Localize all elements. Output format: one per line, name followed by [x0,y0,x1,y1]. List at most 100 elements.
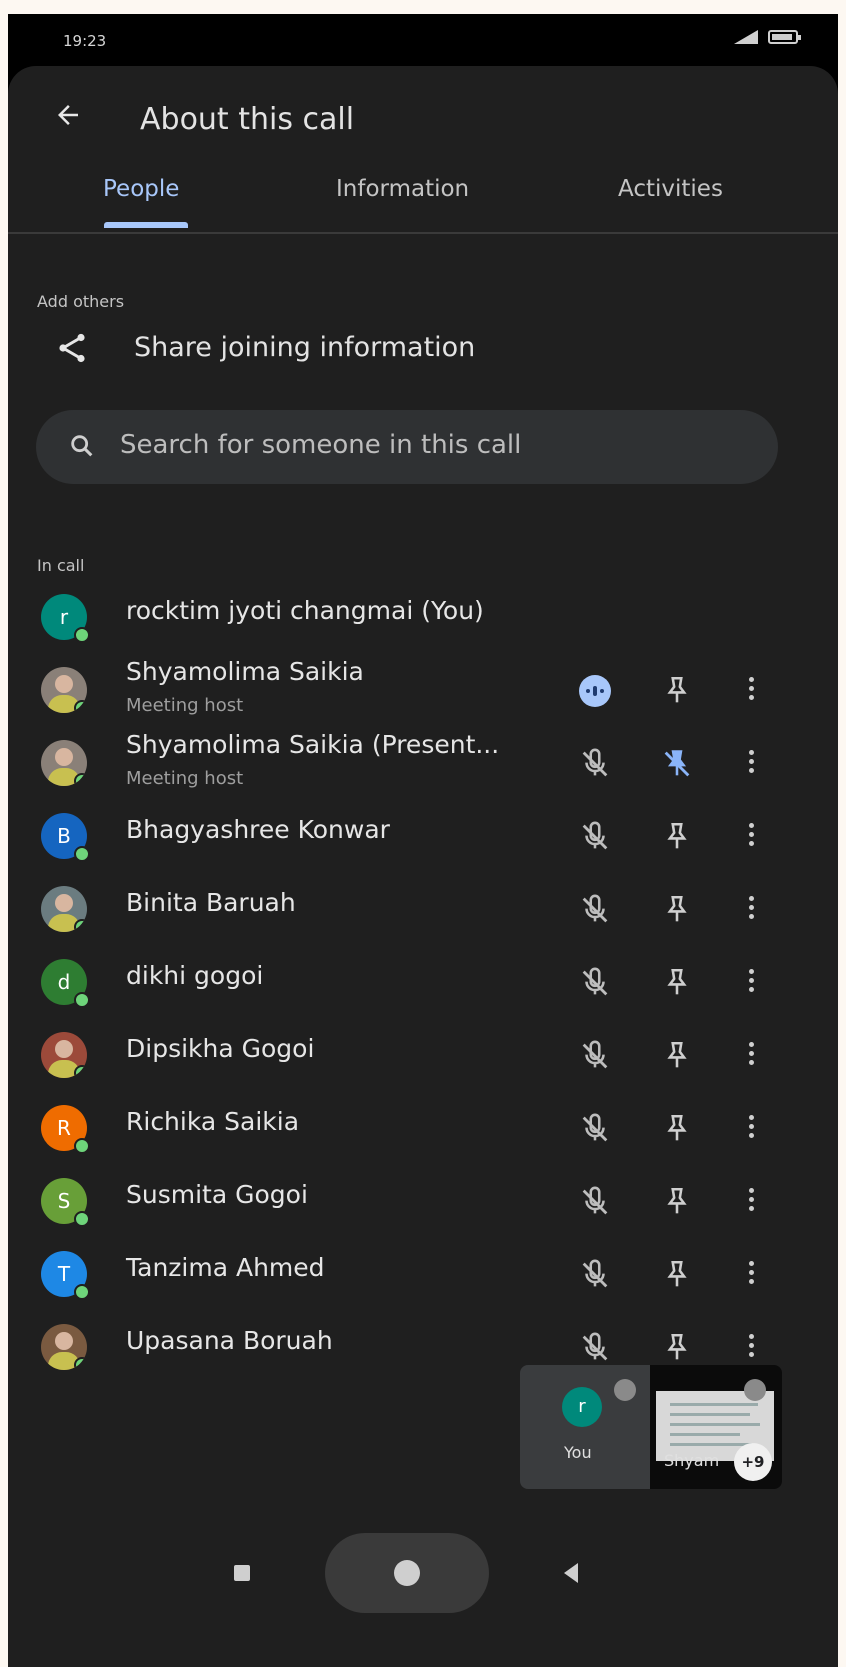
more-options-icon[interactable] [746,1184,756,1218]
in-call-label: In call [37,556,85,575]
status-time: 19:23 [63,32,107,50]
more-options-icon[interactable] [746,746,756,780]
participant-avatar: S [41,1178,90,1227]
status-bar: 19:23 [8,14,838,66]
avatar-initial: R [57,1116,71,1140]
participant-row[interactable]: Shyamolima Saikia Meeting host [8,655,838,727]
back-nav-button[interactable] [564,1563,578,1583]
online-status-dot [74,1284,90,1300]
tab-activities[interactable]: Activities [618,176,723,202]
mic-muted-icon[interactable] [578,1185,612,1219]
self-tile[interactable]: r You [520,1365,650,1489]
participant-name: dikhi gogoi [126,961,264,990]
participant-avatar [41,667,87,713]
mic-muted-icon[interactable] [578,747,612,781]
self-avatar: r [562,1387,602,1427]
online-status-dot [74,992,90,1008]
online-status-dot [74,846,90,862]
battery-icon [768,30,801,44]
participant-avatar [41,1032,87,1078]
more-options-icon[interactable] [746,892,756,926]
pin-icon[interactable] [660,893,694,927]
pin-icon[interactable] [660,674,694,708]
system-nav-bar [8,1509,838,1613]
more-options-icon[interactable] [746,965,756,999]
home-icon [394,1560,420,1586]
participant-name: Shyamolima Saikia [126,657,364,686]
participant-row[interactable]: r rocktim jyoti changmai (You) [8,582,838,654]
online-status-dot [74,1211,90,1227]
avatar-initial: d [57,970,71,994]
participant-name: Shyamolima Saikia (Present... [126,730,500,759]
pin-icon[interactable] [660,1185,694,1219]
participant-avatar: d [41,959,90,1008]
more-options-icon[interactable] [746,1330,756,1364]
mic-muted-icon[interactable] [578,820,612,854]
participant-role: Meeting host [126,768,244,789]
online-status-dot [74,1065,87,1078]
mic-muted-icon[interactable] [578,1258,612,1292]
participant-row[interactable]: d dikhi gogoi [8,947,838,1019]
participant-row[interactable]: R Richika Saikia [8,1093,838,1165]
tab-indicator [104,222,188,228]
pin-icon[interactable] [660,966,694,1000]
search-participants-input[interactable]: Search for someone in this call [36,410,778,484]
participant-name: rocktim jyoti changmai (You) [126,596,484,625]
self-tile-label: You [564,1443,592,1462]
home-nav-button[interactable] [325,1533,489,1613]
participant-row[interactable]: T Tanzima Ahmed [8,1239,838,1311]
pin-icon[interactable] [660,1331,694,1365]
more-options-icon[interactable] [746,1111,756,1145]
participant-role: Meeting host [126,695,244,716]
tab-information[interactable]: Information [336,176,469,202]
avatar-initial: S [57,1189,71,1213]
more-options-icon[interactable] [746,673,756,707]
unpin-icon[interactable] [660,747,694,781]
online-status-dot [74,773,87,786]
mic-off-icon [744,1379,766,1401]
picture-in-picture-tiles[interactable]: r You Shyam +9 [520,1365,782,1489]
mic-muted-icon[interactable] [578,1331,612,1365]
recents-nav-button[interactable] [234,1565,250,1581]
participant-avatar [41,740,87,786]
more-options-icon[interactable] [746,1038,756,1072]
online-status-dot [74,700,87,713]
speaking-indicator-icon[interactable] [578,674,612,708]
share-icon [54,330,94,370]
presenter-tile[interactable]: Shyam +9 [650,1365,782,1489]
top-app-bar: About this call [8,66,838,176]
signal-icon [734,30,758,44]
mic-off-icon [614,1379,636,1401]
participant-row[interactable]: Shyamolima Saikia (Present... Meeting hos… [8,728,838,800]
more-options-icon[interactable] [746,1257,756,1291]
participant-avatar: B [41,813,90,862]
share-joining-info-label: Share joining information [134,332,476,363]
phone-screen: 19:23 About this call People Information… [8,14,838,1667]
mic-muted-icon[interactable] [578,966,612,1000]
participant-row[interactable]: Dipsikha Gogoi [8,1020,838,1092]
search-placeholder: Search for someone in this call [120,430,522,460]
avatar-initial: r [59,605,69,629]
share-joining-info-button[interactable]: Share joining information [38,316,818,386]
mic-muted-icon[interactable] [578,1112,612,1146]
mic-muted-icon[interactable] [578,1039,612,1073]
participant-avatar [41,1324,87,1370]
pin-icon[interactable] [660,820,694,854]
participant-row[interactable]: Binita Baruah [8,874,838,946]
participant-avatar [41,886,87,932]
participant-row[interactable]: S Susmita Gogoi [8,1166,838,1238]
more-options-icon[interactable] [746,819,756,853]
pin-icon[interactable] [660,1258,694,1292]
avatar-initial: T [57,1262,71,1286]
mic-muted-icon[interactable] [578,893,612,927]
back-arrow-icon[interactable] [48,100,88,140]
pin-icon[interactable] [660,1112,694,1146]
participant-name: Upasana Boruah [126,1326,333,1355]
tab-people[interactable]: People [103,176,179,202]
participant-name: Bhagyashree Konwar [126,815,390,844]
avatar-initial: B [57,824,71,848]
add-others-label: Add others [37,292,125,311]
participant-row[interactable]: B Bhagyashree Konwar [8,801,838,873]
search-icon [68,432,98,462]
pin-icon[interactable] [660,1039,694,1073]
